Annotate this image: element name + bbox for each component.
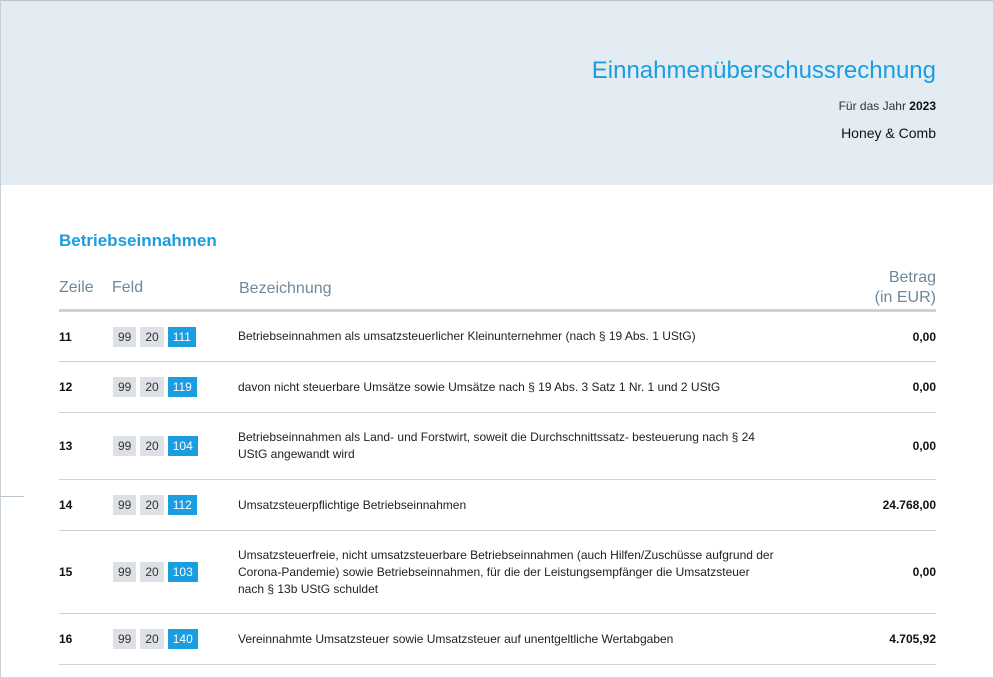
feld-chip: 20 (140, 377, 164, 397)
table-row: 12 99 20 119 davon nicht steuerbare Umsä… (59, 362, 936, 413)
feld-chip: 99 (113, 326, 137, 347)
feld-chip: 99 (113, 629, 137, 649)
feld-code-chip: 103 (167, 562, 198, 582)
column-header-betrag: Betrag (in EUR) (875, 268, 936, 308)
table-row: 14 99 20 112 Umsatzsteuerpflichtige Betr… (59, 480, 936, 531)
column-header-bezeichnung: Bezeichnung (239, 280, 332, 297)
table-row: 15 99 20 103 Umsatzsteuerfreie, nicht um… (59, 531, 936, 614)
row-betrag: 4.705,92 (889, 632, 936, 646)
betrag-label: Betrag (888, 269, 936, 286)
row-zeile: 11 (59, 329, 72, 344)
row-feld: 99 20 103 (113, 562, 238, 582)
column-header-zeile: Zeile (59, 279, 94, 296)
feld-code-chip: 112 (167, 495, 197, 515)
feld-chip: 99 (113, 562, 137, 582)
row-betrag: 24.768,00 (882, 498, 936, 512)
feld-chip: 20 (140, 629, 164, 649)
feld-code-chip: 111 (167, 326, 196, 347)
feld-code-chip: 104 (167, 436, 198, 456)
row-betrag: 0,00 (912, 565, 936, 579)
report-header: Einnahmenüberschussrechnung Für das Jahr… (1, 1, 993, 185)
row-zeile: 14 (59, 498, 73, 512)
row-zeile: 15 (59, 565, 73, 579)
table-row: 11 99 20 111 Betriebseinnahmen als umsat… (59, 312, 936, 362)
row-feld: 99 20 119 (113, 377, 238, 397)
year-value: 2023 (909, 99, 936, 113)
row-bezeichnung: Betriebseinnahmen als umsatzsteuerlicher… (238, 329, 696, 343)
row-betrag: 0,00 (912, 439, 936, 453)
row-feld: 99 20 104 (113, 436, 238, 456)
row-feld: 99 20 140 (113, 629, 238, 649)
feld-chip: 20 (140, 326, 164, 347)
row-bezeichnung: Umsatzsteuerfreie, nicht umsatzsteuerbar… (238, 547, 774, 596)
section-title: Betriebseinnahmen (59, 231, 217, 250)
row-zeile: 12 (59, 380, 73, 394)
betrag-unit: (in EUR) (874, 289, 936, 306)
company-name: Honey & Comb (841, 125, 936, 141)
feld-chip: 20 (140, 495, 164, 515)
row-betrag: 0,00 (912, 329, 936, 344)
row-bezeichnung: Umsatzsteuerpflichtige Betriebseinnahmen (238, 497, 467, 512)
feld-chip: 99 (113, 495, 137, 515)
feld-code-chip: 119 (167, 377, 197, 397)
feld-code-chip: 140 (167, 629, 198, 649)
row-feld: 99 20 112 (113, 495, 238, 515)
row-bezeichnung: Vereinnahmte Umsatzsteuer sowie Umsatzst… (238, 631, 674, 646)
table-row: 16 99 20 140 Vereinnahmte Umsatzsteuer s… (59, 614, 936, 665)
column-header-feld: Feld (112, 279, 144, 296)
income-table: Zeile Feld Bezeichnung Betrag (in EUR) 1… (59, 266, 936, 665)
feld-chip: 99 (113, 377, 137, 397)
row-feld: 99 20 111 (113, 326, 238, 347)
report-year: Für das Jahr 2023 (839, 99, 936, 113)
report-title: Einnahmenüberschussrechnung (591, 57, 936, 84)
row-bezeichnung: davon nicht steuerbare Umsätze sowie Ums… (238, 379, 721, 394)
table-header: Zeile Feld Bezeichnung Betrag (in EUR) (59, 266, 936, 312)
table-row: 13 99 20 104 Betriebseinnahmen als Land-… (59, 413, 936, 480)
feld-chip: 99 (113, 436, 137, 456)
feld-chip: 20 (140, 562, 164, 582)
row-betrag: 0,00 (912, 380, 936, 394)
year-prefix: Für das Jahr (838, 99, 906, 113)
row-zeile: 16 (59, 632, 73, 646)
row-bezeichnung: Betriebseinnahmen als Land- und Forstwir… (238, 430, 755, 461)
row-zeile: 13 (59, 439, 73, 453)
feld-chip: 20 (140, 436, 164, 456)
margin-tick (0, 496, 24, 497)
